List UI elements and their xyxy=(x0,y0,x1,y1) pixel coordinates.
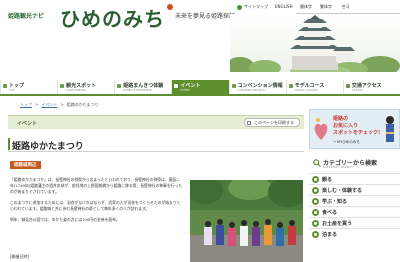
category-item-label: 学ぶ・知る xyxy=(322,198,348,205)
heart-decoration-icon xyxy=(314,118,328,140)
nav-item-label: 観光スポット xyxy=(66,83,97,89)
sitemap-label: サイトマップ xyxy=(244,4,268,9)
nav-model-course-icon xyxy=(288,84,293,88)
nav-item-sublabel: HIMEJI EXPERIENCE xyxy=(123,89,152,92)
category-item-enjoy[interactable]: 楽しむ・体験する xyxy=(309,184,400,195)
site-header: 姫路観光ナビ ひめのみち 未来を夢見る姫路探訪 サイトマップ ENGLISH 簡… xyxy=(0,0,400,72)
nav-underline xyxy=(0,94,400,96)
category-item-label: 観る xyxy=(322,176,333,183)
nav-item-sublabel: CONVENTION INFO xyxy=(237,89,266,92)
nav-item-sublabel: SIGHTSEEING xyxy=(66,89,86,92)
gift-icon xyxy=(312,219,319,227)
nav-item-label: コンベンション情報 xyxy=(237,83,283,89)
global-nav: トップ TOP 観光スポット SIGHTSEEING 姫路まんきつ体験 HIME… xyxy=(0,80,400,94)
category-item-learn[interactable]: 学ぶ・知る xyxy=(309,195,400,206)
section-label: イベント xyxy=(17,121,38,127)
nav-item-top[interactable]: トップ TOP xyxy=(0,80,58,94)
nav-item-label: 交通アクセス xyxy=(351,83,382,89)
site-logo[interactable]: ひめのみち xyxy=(60,3,165,32)
nav-item-sublabel: MODEL COURSE xyxy=(294,89,319,92)
section-header: イベント このページを印刷する xyxy=(8,115,304,129)
print-page-button[interactable]: このページを印刷する xyxy=(244,118,300,127)
print-page-label: このページを印刷する xyxy=(254,119,294,125)
nav-item-event[interactable]: イベント EVENT xyxy=(171,80,229,94)
category-item-stay[interactable]: 泊まる xyxy=(309,228,400,239)
printer-icon xyxy=(247,121,252,125)
category-item-see[interactable]: 観る xyxy=(309,173,400,184)
nav-item-model-course[interactable]: モデルコース MODEL COURSE xyxy=(285,80,343,94)
castle-header-image xyxy=(230,14,400,72)
utensils-icon xyxy=(312,208,319,216)
breadcrumb-event[interactable]: イベント xyxy=(41,102,57,108)
sitemap-link[interactable]: サイトマップ xyxy=(237,4,268,10)
nav-item-sublabel: TOP xyxy=(9,89,15,92)
breadcrumb: トップ > イベント > 姫路ゆかたまつり xyxy=(20,102,99,108)
nav-item-convention[interactable]: コンベンション情報 CONVENTION INFO xyxy=(228,80,286,94)
nav-sightseeing-icon xyxy=(60,84,65,88)
date-heading: [開催日時] xyxy=(10,254,30,259)
nav-top-icon xyxy=(3,84,7,88)
breadcrumb-home[interactable]: トップ xyxy=(20,102,32,108)
banner-line1: 姫路の xyxy=(333,116,349,122)
nav-access-icon xyxy=(345,84,350,88)
house-icon xyxy=(237,4,242,10)
breadcrumb-separator: > xyxy=(35,102,39,107)
article-body: 「姫路ゆかたまつり」は、長壁神社の例祭から広まったといわれており、長壁神社の例祭… xyxy=(10,177,182,228)
eye-icon xyxy=(312,175,319,183)
nav-item-experience[interactable]: 姫路まんきつ体験 HIMEJI EXPERIENCE xyxy=(114,80,172,94)
category-search-subtitle: CATEGORY SEARCH xyxy=(323,166,353,169)
nav-event-icon xyxy=(174,84,179,88)
english-label: ENGLISH xyxy=(275,4,293,9)
breadcrumb-current: 姫路ゆかたまつり xyxy=(66,102,99,107)
nav-item-sightseeing[interactable]: 観光スポット SIGHTSEEING xyxy=(57,80,115,94)
nav-item-sublabel: ACCESS xyxy=(351,89,364,92)
smile-icon xyxy=(312,186,319,194)
nav-item-label: モデルコース xyxy=(294,83,325,89)
lang-korean-link[interactable]: 한국 xyxy=(342,4,349,10)
lang-traditional-label: 繁体字 xyxy=(320,4,332,9)
nav-convention-icon xyxy=(231,84,236,88)
book-icon xyxy=(312,197,319,205)
title-accent-bar xyxy=(8,138,10,150)
category-item-label: お土産を買う xyxy=(322,220,353,227)
article-paragraph: このまつりに参加するためには、浴衣がなければならず、武家の人が浴衣をつくらせたの… xyxy=(10,200,181,211)
nav-item-label: トップ xyxy=(9,83,25,89)
lang-simplified-link[interactable]: 簡体字 xyxy=(300,4,312,10)
person-illustration-icon xyxy=(386,116,394,142)
category-item-label: 泊まる xyxy=(322,231,338,238)
article-paragraph: 「姫路ゆかたまつり」は、長壁神社の例祭から広まったといわれており、長壁神社の例祭… xyxy=(10,177,183,194)
title-divider xyxy=(8,151,304,152)
lang-korean-label: 한국 xyxy=(342,4,350,9)
site-tagline: 未来を夢見る姫路探訪 xyxy=(175,13,236,20)
lang-traditional-link[interactable]: 繁体字 xyxy=(320,4,332,10)
category-item-souvenir[interactable]: お土産を買う xyxy=(309,217,400,228)
area-badge: 姫路城周辺 xyxy=(10,161,41,169)
english-link[interactable]: ENGLISH xyxy=(275,4,293,9)
category-item-eat[interactable]: 食べる xyxy=(309,206,400,217)
banner-line4: → MYひめのみち xyxy=(333,140,360,144)
category-item-label: 楽しむ・体験する xyxy=(322,187,363,194)
logo-mark-icon xyxy=(167,4,173,10)
nav-experience-icon xyxy=(117,84,122,88)
category-item-label: 食べる xyxy=(322,209,338,216)
breadcrumb-separator: > xyxy=(60,102,64,107)
nav-item-access[interactable]: 交通アクセス ACCESS xyxy=(342,80,400,94)
bed-icon xyxy=(312,230,319,238)
nav-item-sublabel: EVENT xyxy=(180,89,190,92)
search-icon xyxy=(313,159,321,167)
banner-line2: お気に入り xyxy=(333,123,359,129)
lang-simplified-label: 簡体字 xyxy=(300,4,312,9)
my-himenomichi-banner[interactable]: 姫路の お気に入り スポットをチェック! → MYひめのみち xyxy=(309,109,400,149)
logo-subtitle: 姫路観光ナビ xyxy=(8,13,45,20)
nav-item-label: 姫路まんきつ体験 xyxy=(123,83,164,89)
category-list: 観る 楽しむ・体験する 学ぶ・知る 食べる お土産を買う 泊まる xyxy=(309,173,400,239)
banner-line3: スポットをチェック! xyxy=(333,130,381,136)
festival-photo xyxy=(190,180,303,262)
article-paragraph: 例年、城見台公園では、ゆかた姿の方には100円の金券を配布。 xyxy=(10,217,120,222)
nav-item-label: イベント xyxy=(180,83,201,89)
category-search-header: カテゴリーから検索 CATEGORY SEARCH xyxy=(309,157,400,170)
